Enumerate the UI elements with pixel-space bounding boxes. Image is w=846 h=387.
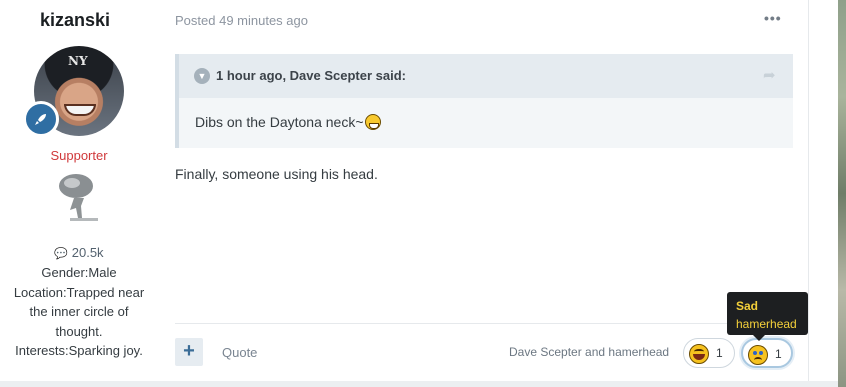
post-content: Finally, someone using his head. xyxy=(175,166,378,182)
grin-emoji-icon xyxy=(364,114,381,130)
quote-citation: 1 hour ago, Dave Scepter said: xyxy=(216,68,407,83)
multiquote-button[interactable]: + xyxy=(175,338,203,366)
tooltip-user: hamerhead xyxy=(736,317,797,331)
tooltip-title: Sad xyxy=(736,299,759,313)
avatar-face xyxy=(64,104,96,116)
rank-rocket-icon[interactable] xyxy=(23,101,59,137)
quote-block: ▼ 1 hour ago, Dave Scepter said: ➦ Dibs … xyxy=(175,54,793,148)
share-arrow-icon[interactable]: ➦ xyxy=(763,66,776,84)
post-date[interactable]: Posted 49 minutes ago xyxy=(175,13,308,28)
author-location-line-3: thought. xyxy=(55,324,103,339)
reaction-sad-button[interactable]: 1 xyxy=(741,338,793,368)
quote-header: ▼ 1 hour ago, Dave Scepter said: ➦ xyxy=(179,54,793,98)
content-border xyxy=(808,0,838,387)
author-interests: Interests:Sparking joy. xyxy=(15,343,143,358)
quote-button[interactable]: Quote xyxy=(222,345,257,360)
haha-emoji-icon xyxy=(689,344,709,364)
post-separator xyxy=(0,381,838,387)
chevron-down-icon[interactable]: ▼ xyxy=(194,68,210,84)
reaction-haha-count: 1 xyxy=(716,346,723,360)
post-count[interactable]: 💬 20.5k xyxy=(0,245,158,260)
author-location-line-2: the inner circle of xyxy=(29,304,129,319)
quote-text: Dibs on the Daytona neck~ xyxy=(195,114,381,130)
post-count-value: 20.5k xyxy=(71,245,104,260)
author-gender: Gender:Male xyxy=(41,265,117,280)
footer-divider xyxy=(175,323,793,324)
member-group-label: Supporter xyxy=(50,148,108,163)
post-options-menu-icon[interactable]: ••• xyxy=(764,10,782,26)
reaction-users[interactable]: Dave Scepter and hamerhead xyxy=(509,345,669,359)
comment-bubble-icon: 💬 xyxy=(54,248,69,260)
reaction-haha-button[interactable]: 1 xyxy=(683,338,735,368)
sad-emoji-icon xyxy=(748,345,768,365)
author-name[interactable]: kizanski xyxy=(0,10,150,31)
reaction-sad-count: 1 xyxy=(775,347,782,361)
reaction-tooltip: Sad hamerhead xyxy=(727,292,808,341)
group-atlas-icon xyxy=(56,172,102,224)
background-image-strip xyxy=(838,0,846,387)
author-location-line-1: Location:Trapped near xyxy=(13,285,145,300)
quote-text-content: Dibs on the Daytona neck~ xyxy=(195,114,364,130)
avatar-cap-logo: NY xyxy=(68,54,88,68)
author-panel: kizanski NY Supporter 💬 20.5k Gender:Mal… xyxy=(0,0,150,381)
